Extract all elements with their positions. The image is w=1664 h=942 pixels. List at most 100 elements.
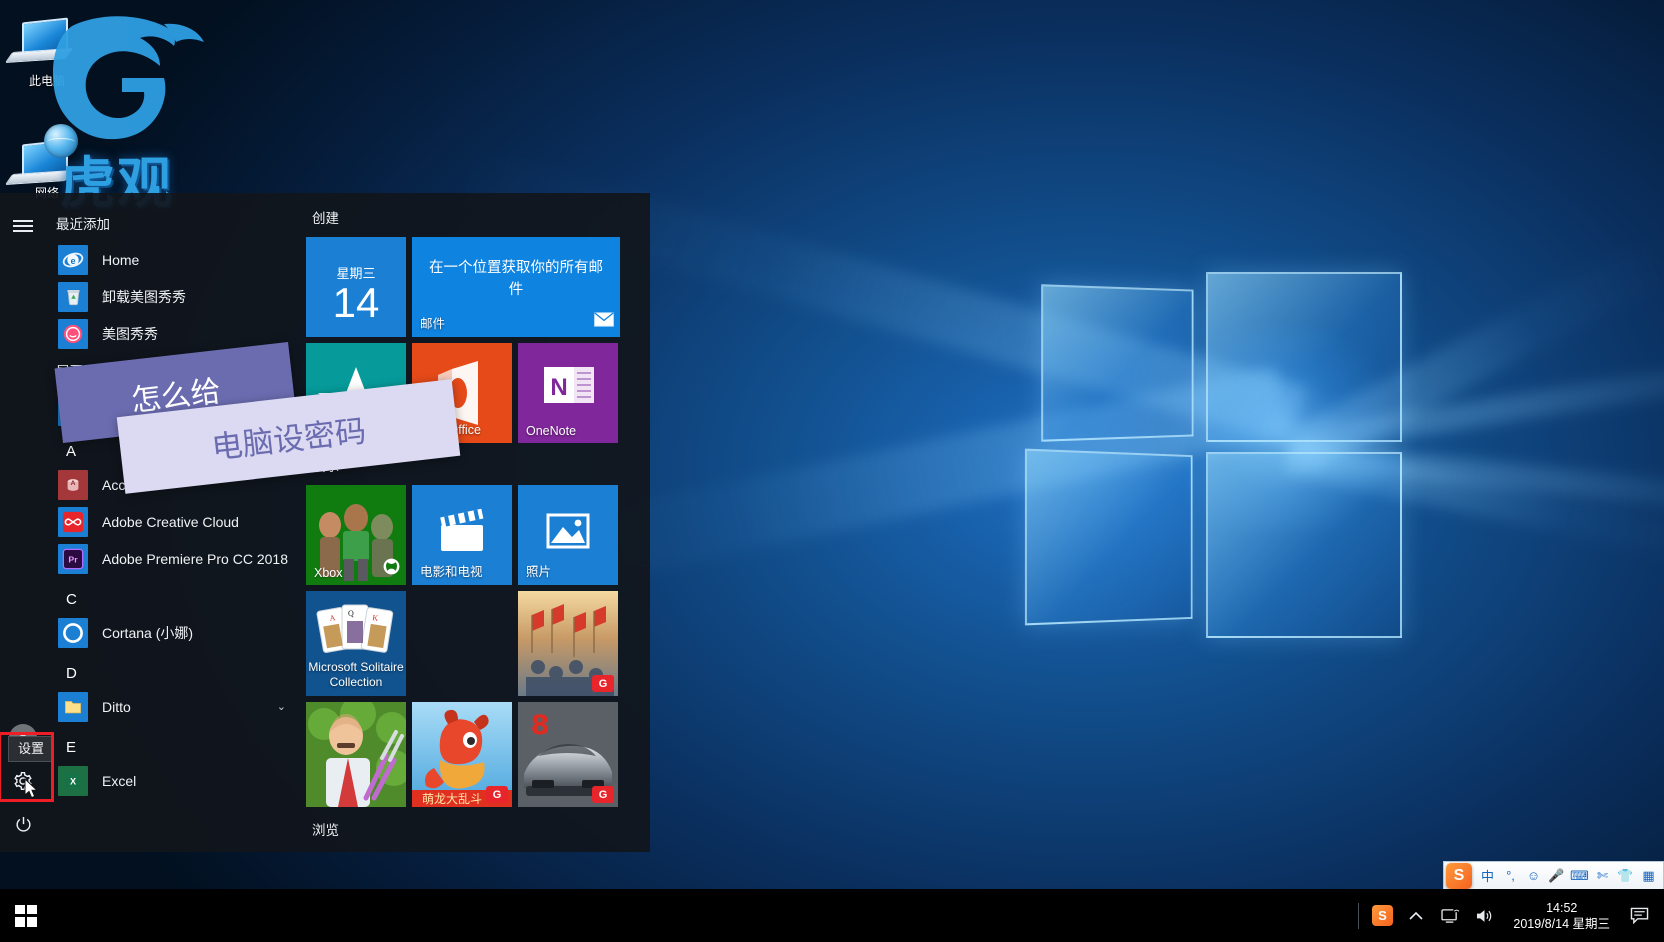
wallpaper-pane [1041, 284, 1194, 442]
computer-icon [4, 16, 90, 74]
tile-label: 照片 [526, 565, 552, 579]
start-menu-rail: 设置 [0, 193, 55, 852]
ime-mode-chinese[interactable]: 中 [1477, 863, 1498, 889]
start-menu[interactable]: 设置 最近添加 e Home 卸载美图秀秀 美图秀秀 A A Adobe Cre… [0, 193, 650, 852]
start-button[interactable] [0, 889, 52, 942]
app-list-item-cortana[interactable]: Cortana (小娜) [46, 614, 300, 651]
dragon-game-tile[interactable]: 萌龙大乱斗 G [412, 702, 512, 807]
hamburger-menu-button[interactable] [0, 203, 46, 249]
onenote-tile[interactable]: N OneNote [518, 343, 618, 443]
tile-area[interactable]: 创建 星期三 14 在一个位置获取你的所有邮件 邮件 Office N OneN… [300, 193, 650, 852]
ime-punctuation-icon[interactable]: °, [1500, 863, 1521, 889]
power-icon [15, 816, 31, 832]
action-center-button[interactable] [1622, 889, 1656, 942]
power-button[interactable] [0, 802, 46, 846]
envelope-glyph [594, 312, 614, 327]
battle-game-tile[interactable]: G [518, 591, 618, 696]
adobe-cc-icon [58, 506, 88, 537]
app-group-letter-d[interactable]: D [46, 651, 300, 688]
access-glyph: A [67, 478, 79, 491]
svg-text:Pr: Pr [68, 554, 78, 564]
empty-slot [412, 591, 512, 696]
calendar-tile[interactable]: 星期三 14 [306, 237, 406, 337]
sogou-ime-bar[interactable]: S 中 °, ☺ 🎤 ⌨ ✄ 👕 ▦ [1443, 861, 1664, 889]
meitu-glyph [63, 324, 83, 343]
taskbar[interactable]: S 14:52 2019/8/14 星期三 [0, 889, 1664, 942]
monitor-network-glyph [1441, 907, 1460, 923]
settings-tooltip: 设置 [8, 736, 55, 762]
ime-voice-icon[interactable]: 🎤 [1546, 863, 1567, 889]
app-list-item-premiere[interactable]: Pr Adobe Premiere Pro CC 2018 [46, 540, 300, 577]
asphalt-number: 8 [531, 710, 550, 741]
clock-date: 2019/8/14 星期三 [1513, 916, 1610, 931]
rail-bottom-group: 设置 [0, 724, 55, 846]
solitaire-tile[interactable]: A Q K Microsoft Solitaire Collection [306, 591, 406, 696]
folder-glyph [65, 700, 81, 713]
app-list-item-uninstall-meitu[interactable]: 卸载美图秀秀 [46, 278, 300, 315]
pr-glyph: Pr [62, 548, 84, 569]
app-list-item-adobe-cc[interactable]: Adobe Creative Cloud [46, 503, 300, 540]
app-list-item-home[interactable]: e Home [46, 241, 300, 278]
screen: 此电脑 网络 虎观 [0, 0, 1664, 942]
ime-skin-icon[interactable]: 👕 [1615, 863, 1636, 889]
clock-time: 14:52 [1546, 900, 1578, 915]
envelope-icon [594, 312, 614, 332]
app-list[interactable]: 最近添加 e Home 卸载美图秀秀 美图秀秀 A A Adobe Creati… [46, 193, 300, 852]
gardenscapes-tile[interactable] [306, 702, 406, 807]
settings-button[interactable]: 设置 [0, 732, 55, 802]
sogou-tray-icon[interactable]: S [1365, 889, 1399, 942]
volume-icon[interactable] [1467, 889, 1501, 942]
show-hidden-icons-button[interactable] [1399, 889, 1433, 942]
wallpaper-pane [1024, 448, 1193, 626]
svg-text:A: A [71, 480, 76, 487]
app-list-item-label: Ditto [102, 698, 131, 715]
app-list-item-label: 卸载美图秀秀 [102, 288, 186, 305]
excel-glyph: X [65, 773, 81, 788]
tile-group-title-browse[interactable]: 浏览 [312, 819, 650, 839]
ime-emoji-icon[interactable]: ☺ [1523, 863, 1544, 889]
svg-text:e: e [70, 255, 75, 265]
tile-label: 电影和电视 [420, 565, 483, 579]
sogou-glyph: S [1371, 905, 1393, 926]
cortana-glyph [63, 622, 83, 643]
xbox-tile[interactable]: Xbox [306, 485, 406, 585]
system-tray[interactable]: S 14:52 2019/8/14 星期三 [1352, 889, 1664, 942]
app-list-item-label: Home [102, 251, 140, 268]
ie-glyph: e [62, 252, 84, 267]
app-list-item-label: Cortana (小娜) [102, 624, 194, 641]
desktop-icon-network[interactable]: 网络 [4, 124, 90, 200]
asphalt-tile[interactable]: 8 G [518, 702, 618, 807]
tile-group-title-create[interactable]: 创建 [312, 207, 650, 227]
taskbar-clock[interactable]: 14:52 2019/8/14 星期三 [1501, 900, 1622, 932]
mail-tile-message: 在一个位置获取你的所有邮件 [429, 260, 603, 298]
ms-access-icon: A [58, 469, 88, 500]
start-windows-icon [15, 904, 37, 927]
gameloft-badge-icon: G [592, 675, 614, 692]
meitu-icon [58, 318, 88, 349]
app-group-letter-c[interactable]: C [46, 577, 300, 614]
xbox-logo-icon [383, 558, 400, 580]
ms-excel-icon: X [58, 765, 88, 796]
app-list-item-excel[interactable]: X Excel [46, 762, 300, 799]
network-globe-icon [4, 124, 90, 186]
gameloft-badge-icon: G [486, 786, 508, 803]
network-status-icon[interactable] [1433, 889, 1467, 942]
xbox-glyph [383, 558, 400, 575]
tile-grid-entertainment: Xbox 电影和电视 照片 A Q K Microsoft Solitaire … [306, 485, 626, 815]
movies-tv-tile[interactable]: 电影和电视 [412, 485, 512, 585]
chevron-down-icon[interactable]: ⌄ [277, 700, 286, 713]
app-group-letter-e[interactable]: E [46, 725, 300, 762]
ime-toolbox-icon[interactable]: ✄ [1592, 863, 1613, 889]
tile-label: OneNote [526, 424, 577, 438]
app-list-item-ditto[interactable]: Ditto ⌄ [46, 688, 300, 725]
sogou-ime-icon[interactable]: S [1446, 862, 1472, 889]
ime-menu-icon[interactable]: ▦ [1638, 863, 1659, 889]
mail-tile[interactable]: 在一个位置获取你的所有邮件 邮件 [412, 237, 620, 337]
cortana-icon [58, 617, 88, 648]
photos-tile[interactable]: 照片 [518, 485, 618, 585]
svg-text:N: N [550, 374, 567, 401]
calendar-day-number: 14 [332, 279, 380, 326]
desktop-icon-this-pc[interactable]: 此电脑 [4, 16, 90, 88]
chevron-up-icon [1409, 911, 1423, 920]
ime-softkeyboard-icon[interactable]: ⌨ [1569, 863, 1590, 889]
